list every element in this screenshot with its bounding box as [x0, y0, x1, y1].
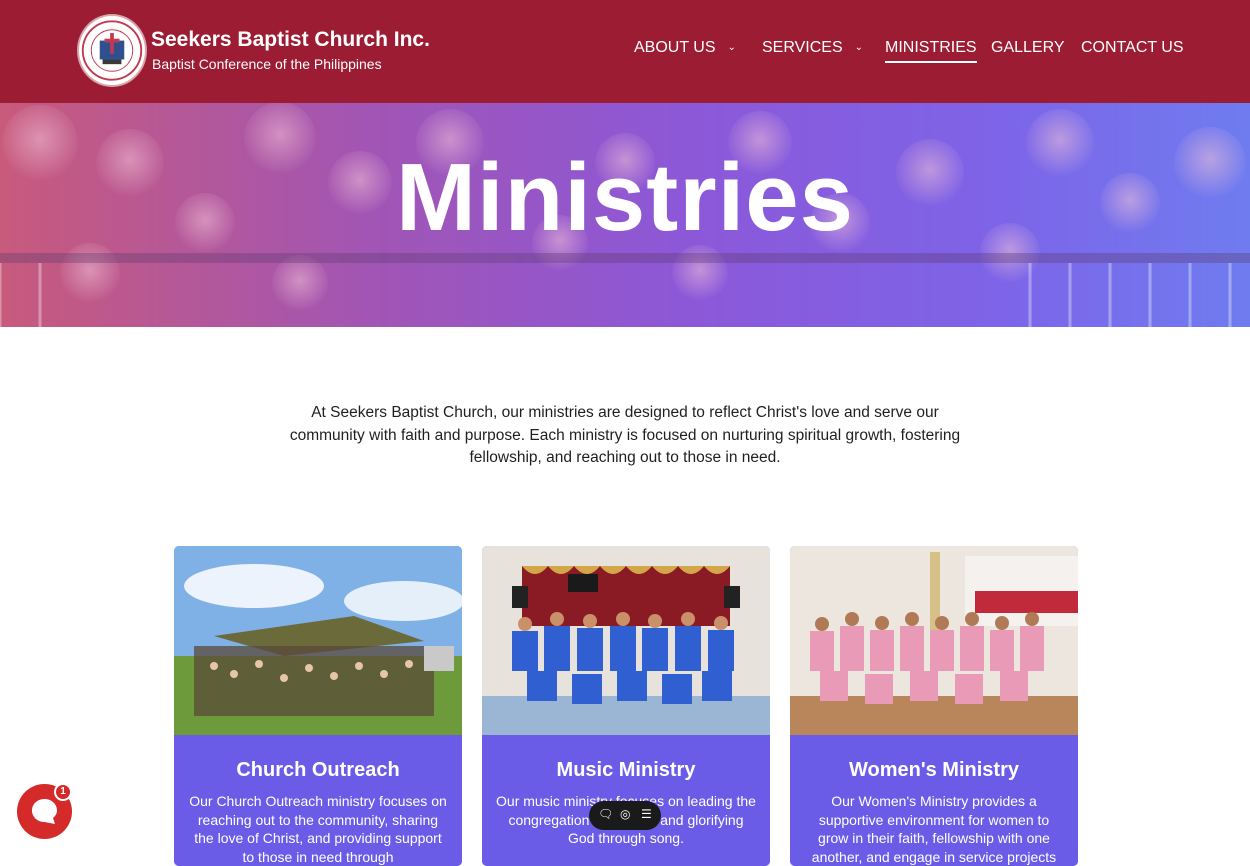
chevron-down-icon[interactable]: ⌄	[855, 42, 863, 53]
church-logo[interactable]	[77, 14, 147, 87]
list-icon[interactable]: ☰	[641, 807, 652, 821]
card-body: Women's Ministry Our Women's Ministry pr…	[790, 735, 1078, 866]
church-seal-icon	[80, 19, 144, 82]
ministry-card-women[interactable]: Women's Ministry Our Women's Ministry pr…	[790, 546, 1078, 866]
page-title: Ministries	[395, 144, 855, 251]
nav-ministries[interactable]: MINISTRIES	[885, 39, 977, 63]
nav-ministries-label: MINISTRIES	[885, 39, 977, 56]
hero-banner: Ministries	[0, 103, 1250, 327]
chat-icon	[32, 799, 57, 824]
intro-paragraph: At Seekers Baptist Church, our ministrie…	[289, 404, 961, 467]
nav-contact-us-label: CONTACT US	[1081, 39, 1184, 56]
nav-contact-us[interactable]: CONTACT US	[1081, 39, 1184, 57]
nav-gallery-label: GALLERY	[991, 39, 1065, 56]
card-title: Music Ministry	[556, 759, 696, 781]
chat-notification-badge: 1	[54, 783, 72, 801]
womens-ministry-photo	[790, 546, 1078, 735]
brand-subtitle: Baptist Conference of the Philippines	[152, 56, 382, 72]
music-photo	[482, 546, 770, 735]
comment-icon[interactable]: 🗨	[598, 807, 613, 821]
chevron-down-icon[interactable]: ⌄	[728, 42, 736, 53]
card-title: Church Outreach	[236, 759, 400, 781]
floating-toolbar: 🗨 ◎ ☰	[589, 801, 661, 830]
brand-title[interactable]: Seekers Baptist Church Inc.	[151, 28, 430, 52]
nav-gallery[interactable]: GALLERY	[991, 39, 1065, 57]
nav-about-us[interactable]: ABOUT US ⌄	[634, 39, 736, 57]
site-header: Seekers Baptist Church Inc. Baptist Conf…	[0, 0, 1250, 103]
card-body: Church Outreach Our Church Outreach mini…	[174, 735, 462, 866]
nav-about-us-label: ABOUT US	[634, 39, 716, 56]
nav-services-label: SERVICES	[762, 39, 843, 56]
card-title: Women's Ministry	[849, 759, 1019, 781]
nav-services[interactable]: SERVICES ⌄	[762, 39, 863, 57]
ministry-card-outreach[interactable]: Church Outreach Our Church Outreach mini…	[174, 546, 462, 866]
eye-icon[interactable]: ◎	[620, 807, 630, 821]
outreach-photo	[174, 546, 462, 735]
